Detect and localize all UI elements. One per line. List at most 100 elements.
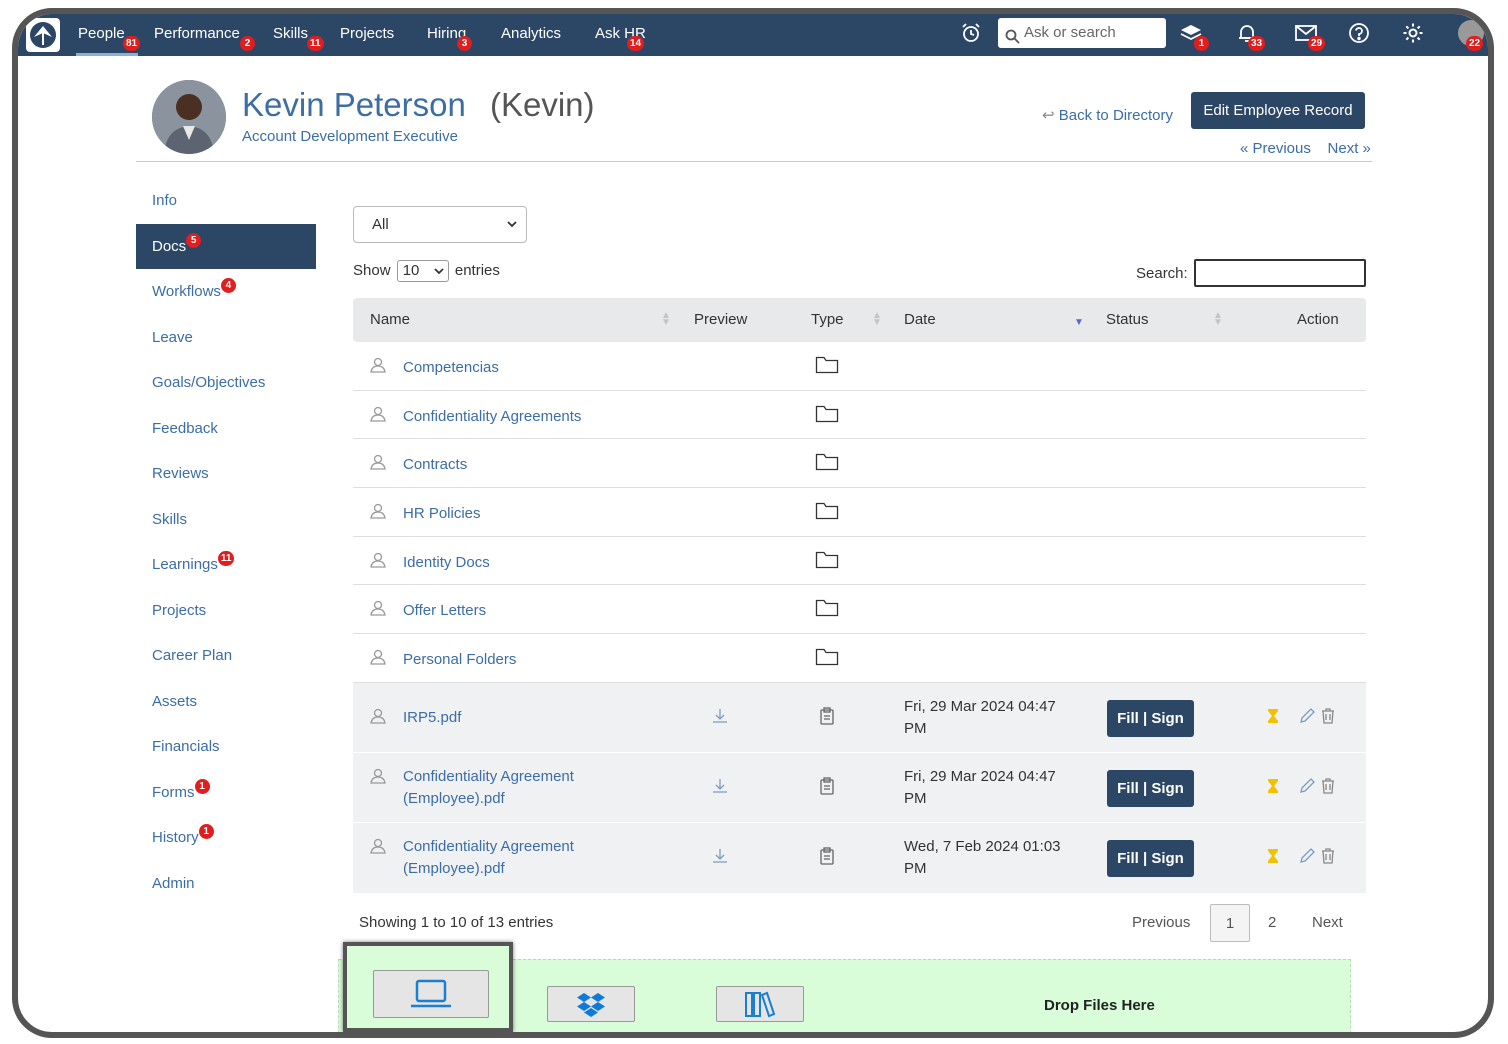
folder-icon [815, 502, 839, 524]
folder-link[interactable]: Confidentiality Agreements [403, 406, 633, 428]
file-link[interactable]: Confidentiality Agreement (Employee).pdf [403, 766, 633, 810]
pagination-next[interactable]: Next [1312, 904, 1343, 941]
sidebar-item-financials[interactable]: Financials [136, 724, 316, 770]
sidebar-item-label: History [152, 829, 199, 846]
nav-performance[interactable]: Performance 2 [154, 14, 255, 56]
table-search-input[interactable] [1194, 259, 1366, 287]
fill-sign-button[interactable]: Fill | Sign [1107, 770, 1194, 808]
upload-from-library-button[interactable] [716, 986, 804, 1022]
file-date: Wed, 7 Feb 2024 01:03 PM [904, 838, 1061, 878]
pagination-page-1[interactable]: 1 [1210, 904, 1250, 942]
column-header-type[interactable]: Type [811, 311, 844, 328]
previous-employee-link[interactable]: « Previous [1240, 140, 1311, 157]
download-icon[interactable] [711, 777, 729, 799]
edit-employee-record-button[interactable]: Edit Employee Record [1191, 92, 1365, 129]
sidebar-item-label: Assets [152, 692, 198, 710]
user-icon [369, 599, 387, 621]
download-icon[interactable] [711, 707, 729, 729]
delete-trash-icon[interactable] [1320, 777, 1336, 795]
entries-per-page-select[interactable]: 10 [396, 260, 449, 282]
upload-source-selected [343, 942, 513, 1032]
sort-desc-icon: ▼ [1074, 317, 1084, 328]
folder-link[interactable]: Offer Letters [403, 600, 633, 622]
file-link[interactable]: IRP5.pdf [403, 707, 633, 729]
sidebar-item-workflows[interactable]: Workflows 4 [136, 269, 316, 315]
folder-link[interactable]: HR Policies [403, 503, 633, 525]
drop-files-label: Drop Files Here [1044, 997, 1155, 1014]
edit-pencil-icon[interactable] [1298, 847, 1316, 865]
user-avatar-menu[interactable]: 22 [1458, 20, 1484, 51]
pagination-page-2[interactable]: 2 [1268, 904, 1276, 941]
record-pagination: « Previous Next » [1240, 140, 1371, 157]
sidebar-item-goals[interactable]: Goals/Objectives [136, 360, 316, 406]
table-row: HR Policies [353, 488, 1366, 537]
employee-photo [152, 80, 226, 154]
table-row: Offer Letters [353, 585, 1366, 635]
file-link[interactable]: Confidentiality Agreement (Employee).pdf [403, 836, 633, 880]
table-row: Confidentiality Agreement (Employee).pdf… [353, 823, 1366, 894]
sidebar-item-feedback[interactable]: Feedback [136, 406, 316, 452]
pagination-previous[interactable]: Previous [1132, 904, 1190, 941]
nav-people[interactable]: People 81 [76, 14, 141, 56]
sidebar-item-info[interactable]: Info [136, 178, 316, 224]
sidebar-item-learnings[interactable]: Learnings 11 [136, 542, 316, 588]
settings-gear-icon[interactable] [1402, 22, 1426, 46]
column-header-date[interactable]: Date [904, 311, 936, 328]
sidebar-item-label: Forms [152, 783, 195, 801]
table-row: Identity Docs [353, 537, 1366, 586]
nav-skills[interactable]: Skills 11 [273, 14, 324, 56]
fill-sign-button[interactable]: Fill | Sign [1107, 840, 1194, 878]
folder-icon [815, 551, 839, 573]
fill-sign-button[interactable]: Fill | Sign [1107, 699, 1194, 737]
sidebar-item-skills[interactable]: Skills [136, 497, 316, 543]
sidebar-item-projects[interactable]: Projects [136, 588, 316, 634]
nav-ask-hr-badge: 14 [627, 36, 645, 51]
sidebar-item-career-plan[interactable]: Career Plan [136, 633, 316, 679]
app-logo[interactable] [26, 18, 60, 52]
nav-analytics[interactable]: Analytics [501, 14, 561, 56]
mail-icon[interactable]: 29 [1294, 22, 1326, 51]
sidebar-item-forms[interactable]: Forms 1 [136, 770, 316, 816]
folder-link[interactable]: Identity Docs [403, 552, 633, 574]
nav-projects[interactable]: Projects [340, 14, 394, 56]
delete-trash-icon[interactable] [1320, 707, 1336, 725]
nav-ask-hr[interactable]: Ask HR 14 [595, 14, 646, 56]
column-header-name[interactable]: Name [370, 311, 410, 328]
folder-link[interactable]: Competencias [403, 357, 633, 379]
sidebar-item-history[interactable]: History 1 [136, 815, 316, 861]
doc-filter-select[interactable]: All [353, 206, 527, 243]
upload-from-computer-button[interactable] [373, 970, 489, 1018]
nav-performance-label: Performance [154, 25, 240, 42]
sidebar-item-assets[interactable]: Assets [136, 679, 316, 725]
sidebar-item-docs[interactable]: Docs 5 [136, 223, 316, 269]
employee-nickname: (Kevin) [490, 86, 595, 123]
bell-icon[interactable]: 33 [1236, 22, 1266, 51]
sidebar-item-leave[interactable]: Leave [136, 315, 316, 361]
sidebar-item-admin[interactable]: Admin [136, 861, 316, 907]
back-to-directory-link[interactable]: ↩ Back to Directory [1042, 106, 1173, 124]
sidebar-item-reviews[interactable]: Reviews [136, 451, 316, 497]
table-row: Contracts [353, 439, 1366, 489]
global-search-input[interactable]: Ask or search [998, 18, 1166, 48]
folder-link[interactable]: Personal Folders [403, 649, 633, 671]
sidebar-item-label: Workflows [152, 283, 221, 300]
employee-name: Kevin Peterson [242, 86, 466, 123]
sidebar-item-label: Reviews [152, 465, 209, 482]
download-icon[interactable] [711, 847, 729, 869]
delete-trash-icon[interactable] [1320, 847, 1336, 865]
sidebar-badge-docs: 5 [186, 232, 202, 248]
edit-pencil-icon[interactable] [1298, 707, 1316, 725]
edit-pencil-icon[interactable] [1298, 777, 1316, 795]
folder-icon [815, 356, 839, 378]
sort-icon: ▲ ▼ [661, 310, 671, 328]
alarm-clock-icon[interactable] [960, 22, 984, 46]
folder-link[interactable]: Contracts [403, 454, 633, 476]
layers-icon[interactable]: 1 [1180, 22, 1209, 51]
upload-from-dropbox-button[interactable] [547, 986, 635, 1022]
folder-icon [815, 648, 839, 670]
column-header-status[interactable]: Status [1106, 311, 1149, 328]
nav-hiring[interactable]: Hiring 3 [427, 14, 472, 56]
help-icon[interactable] [1348, 22, 1372, 46]
next-employee-link[interactable]: Next » [1328, 140, 1371, 157]
column-header-action: Action [1297, 311, 1339, 328]
